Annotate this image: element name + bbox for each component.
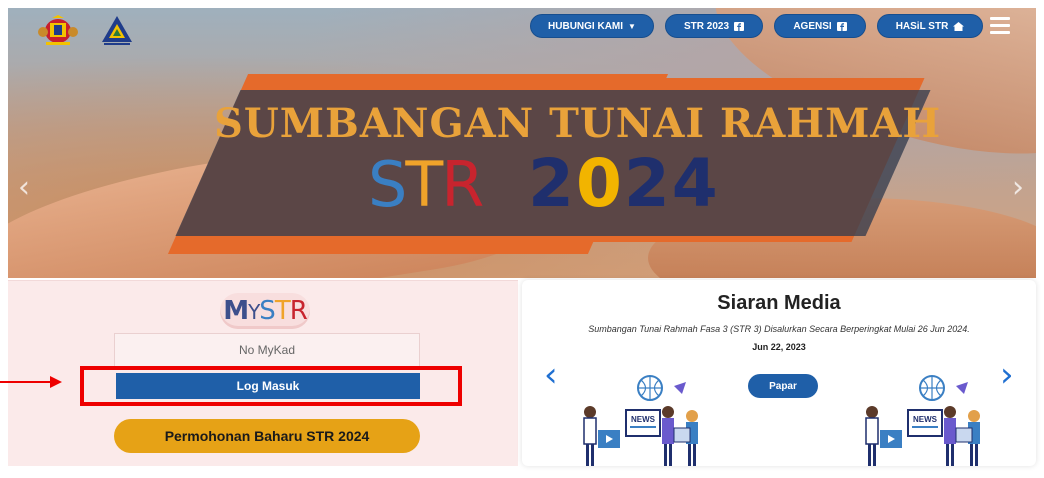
media-title: Siaran Media bbox=[717, 292, 841, 314]
str-logo: STR bbox=[368, 148, 484, 221]
hasil-str-button[interactable]: HASiL STR bbox=[877, 14, 983, 38]
agency-button[interactable]: AGENSI bbox=[774, 14, 866, 38]
media-description[interactable]: Sumbangan Tunai Rahmah Fasa 3 (STR 3) Di… bbox=[522, 324, 1036, 334]
view-button[interactable]: Papar bbox=[748, 374, 818, 398]
facebook-icon bbox=[836, 21, 847, 31]
media-prev-arrow-icon[interactable]: ‹ bbox=[544, 358, 558, 392]
news-sign-text: NEWS bbox=[913, 415, 938, 424]
login-panel: MYSTR No MyKad Log Masuk Permohonan Baha… bbox=[8, 280, 518, 466]
contact-us-button[interactable]: HUBUNGI KAMI ▼ bbox=[530, 14, 654, 38]
coat-of-arms-icon bbox=[38, 15, 78, 45]
hero-year: 2024 bbox=[528, 145, 720, 222]
hero-banner: SUMBANGAN TUNAI RAHMAH STR 2024 ‹ › bbox=[8, 8, 1036, 278]
mykad-input[interactable]: No MyKad bbox=[114, 333, 420, 367]
lhdn-logo-icon bbox=[102, 16, 132, 45]
facebook-icon bbox=[734, 21, 745, 31]
red-pointer-arrow-icon bbox=[0, 376, 62, 388]
mystr-logo: MYSTR bbox=[220, 293, 310, 329]
home-icon bbox=[953, 21, 965, 31]
media-release-panel: Siaran Media Sumbangan Tunai Rahmah Fasa… bbox=[522, 280, 1036, 466]
new-application-button[interactable]: Permohonan Baharu STR 2024 bbox=[114, 419, 420, 453]
news-illustration-right: NEWS bbox=[865, 375, 980, 466]
hero-prev-arrow-icon[interactable]: ‹ bbox=[18, 173, 30, 203]
caret-down-icon: ▼ bbox=[628, 21, 636, 31]
news-illustration-left: NEWS bbox=[583, 375, 698, 466]
media-next-arrow-icon[interactable]: › bbox=[1000, 358, 1014, 392]
news-sign-text: NEWS bbox=[631, 415, 656, 424]
media-date: Jun 22, 2023 bbox=[752, 342, 806, 352]
hero-next-arrow-icon[interactable]: › bbox=[1012, 173, 1024, 203]
hamburger-menu-icon[interactable] bbox=[990, 17, 1010, 35]
hero-title: SUMBANGAN TUNAI RAHMAH bbox=[214, 100, 942, 147]
str-2023-button[interactable]: STR 2023 bbox=[665, 14, 763, 38]
highlight-box bbox=[80, 366, 462, 406]
